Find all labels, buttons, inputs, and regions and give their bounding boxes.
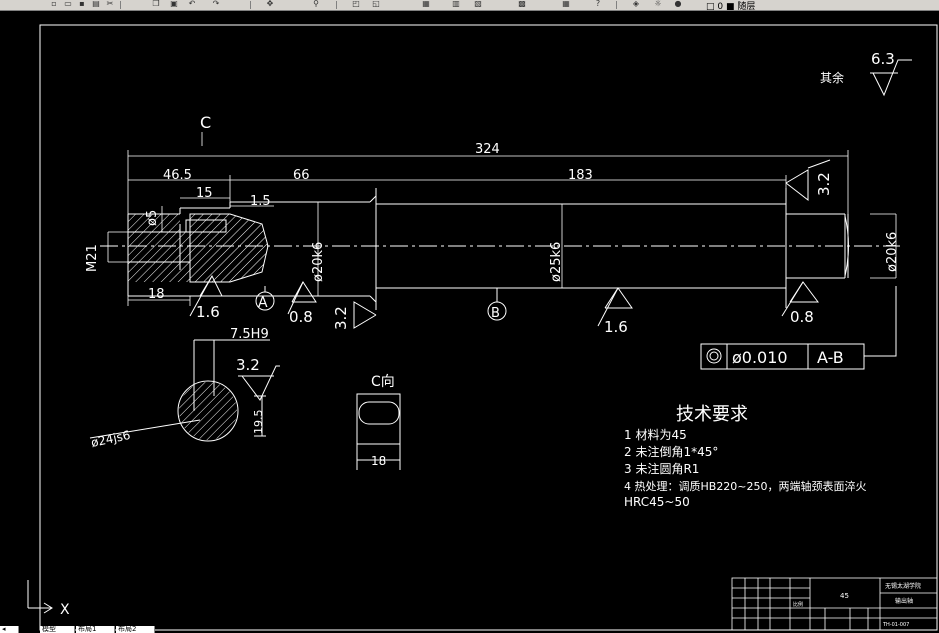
dim-keyway: 7.5H9	[230, 327, 269, 342]
drawing-canvas[interactable]: 324 46.5 66 183 15 1.5 18 ø5 M21 ø20k6 ø…	[0, 10, 939, 633]
tech-item-1: 1 材料为45	[624, 428, 687, 442]
undo-icon[interactable]: ↶	[186, 0, 198, 8]
tab-layout-1[interactable]: 布局1	[76, 626, 115, 633]
block-icon[interactable]: ▧	[472, 0, 484, 8]
dim-66: 66	[293, 168, 310, 183]
dim-1-5: 1.5	[250, 194, 271, 209]
zoom-previous-icon[interactable]: ◱	[370, 0, 382, 8]
dim-19-5: 19.5	[252, 410, 265, 435]
dim-183: 183	[568, 168, 593, 183]
table-icon[interactable]: ▩	[516, 0, 528, 8]
rough-1-6-mid: 1.6	[604, 318, 628, 336]
dim-phi24: ø24js6	[90, 428, 132, 450]
tab-nav-left[interactable]: ◂	[0, 626, 19, 633]
view-c-title: C向	[371, 374, 395, 390]
datum-a-label: A	[258, 295, 268, 311]
layer-icon[interactable]: ▥	[450, 0, 462, 8]
tech-item-5: HRC45~50	[624, 495, 690, 509]
bore-hatch	[128, 232, 190, 262]
tab-model[interactable]: 模型	[40, 626, 75, 633]
tolerance-value: ø0.010	[732, 348, 788, 367]
properties-icon[interactable]: ▦	[420, 0, 432, 8]
tech-item-2: 2 未注倒角1*45°	[624, 444, 718, 459]
toolbar-separator	[250, 1, 251, 9]
dim-phi5: ø5	[145, 210, 160, 226]
title-part-name: 输出轴	[895, 597, 913, 605]
save-icon[interactable]: ▪	[76, 0, 88, 8]
tech-item-3: 3 未注圆角R1	[624, 461, 699, 476]
tolerance-datum: A-B	[817, 348, 844, 367]
toolbar-separator	[336, 1, 337, 9]
rough-0-8-right: 0.8	[790, 308, 814, 326]
print-icon[interactable]: ▤	[90, 0, 102, 8]
rough-3-2-right: 3.2	[815, 172, 833, 196]
toolbar-separator	[616, 1, 617, 9]
redo-icon[interactable]: ↷	[210, 0, 222, 8]
zoom-window-icon[interactable]: ◰	[350, 0, 362, 8]
pan-icon[interactable]: ✥	[264, 0, 276, 8]
drawing-frame	[39, 24, 938, 631]
dim-phi20-left: ø20k6	[311, 242, 326, 282]
dim-15: 15	[196, 186, 213, 201]
rough-1-6-left: 1.6	[196, 303, 220, 321]
tech-item-4: 4 热处理：调质HB220~250，两端轴颈表面淬火	[624, 479, 867, 493]
ucs-x-label: X	[60, 602, 70, 618]
rough-3-2-mid: 3.2	[332, 306, 350, 330]
zoom-icon[interactable]: ⚲	[310, 0, 322, 8]
calc-icon[interactable]: ▦	[560, 0, 572, 8]
dim-18-left: 18	[148, 287, 165, 302]
dim-phi25: ø25k6	[549, 242, 564, 282]
layer-state-icon[interactable]: ◈	[630, 0, 642, 8]
rough-0-8-left: 0.8	[289, 308, 313, 326]
dim-m21: M21	[85, 244, 100, 272]
title-school: 无锡太湖学院	[885, 582, 921, 590]
section-hatch	[189, 213, 269, 283]
title-scale-label: 比例	[793, 601, 803, 608]
tech-items: 1 材料为45 2 未注倒角1*45° 3 未注圆角R1 4 热处理：调质HB2…	[624, 428, 867, 509]
tech-title: 技术要求	[676, 404, 748, 425]
dim-phi20-right: ø20k6	[885, 232, 900, 272]
new-icon[interactable]: ▫	[48, 0, 60, 8]
lock-icon[interactable]: ●	[672, 0, 684, 8]
open-icon[interactable]: ▭	[62, 0, 74, 8]
dim-c-18: 18	[371, 454, 386, 468]
roughness-symbols	[189, 59, 912, 401]
title-drawing-no: TH-01-007	[882, 622, 909, 628]
roughness-values: 6.3 其余 3.2 3.2 1.6 0.8 1.6 0.8 3.2	[196, 50, 895, 374]
end-hatch	[128, 262, 190, 282]
rough-other-label: 其余	[820, 70, 844, 85]
view-c-label: C	[200, 113, 211, 132]
help-icon[interactable]: ?	[592, 0, 604, 8]
toolbar-separator	[120, 1, 121, 9]
tab-layout-2[interactable]: 布局2	[116, 626, 155, 633]
title-block-texts: 45 无锡太湖学院 输出轴 TH-01-007 比例	[793, 582, 921, 628]
rough-6-3: 6.3	[871, 50, 895, 68]
datum-b-label: B	[491, 306, 500, 321]
rough-3-2-section: 3.2	[236, 356, 260, 374]
dim-46-5: 46.5	[163, 168, 192, 183]
copy-icon[interactable]: ❐	[150, 0, 162, 8]
paste-icon[interactable]: ▣	[168, 0, 180, 8]
bulb-icon[interactable]: ☼	[652, 0, 664, 8]
cut-icon[interactable]: ✂	[104, 0, 116, 8]
section-hatch-circle	[179, 382, 237, 440]
dim-total: 324	[475, 142, 500, 157]
title-material: 45	[840, 592, 849, 600]
tolerance-frame	[700, 286, 897, 370]
